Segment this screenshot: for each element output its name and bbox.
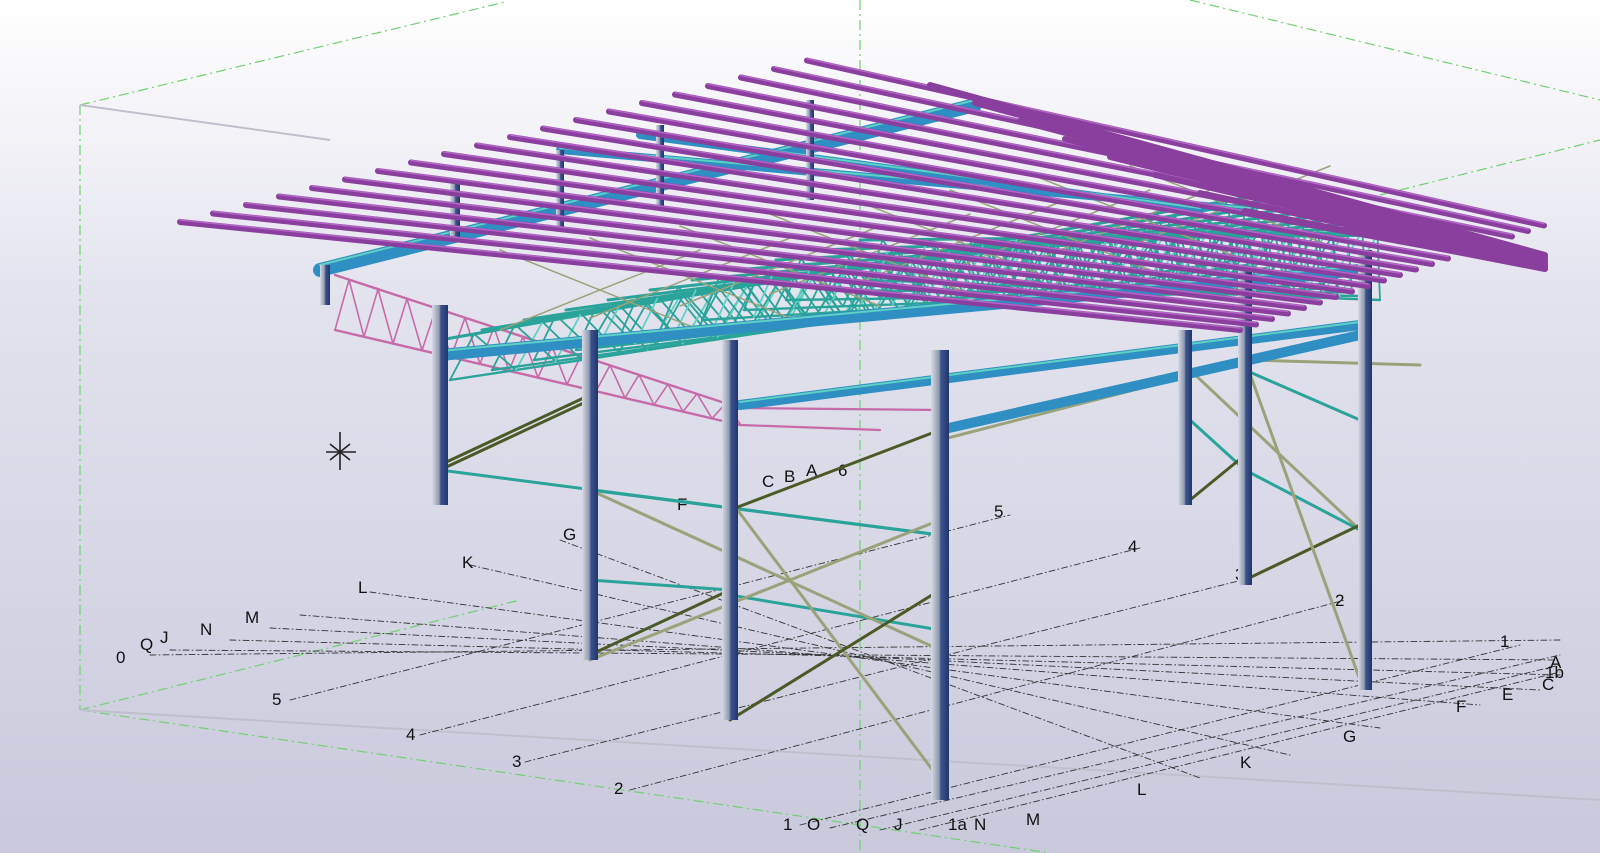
grid-label-mid-numbers: 4: [1128, 537, 1137, 556]
grid-label-front-left: M: [245, 608, 259, 627]
brace-member: [728, 498, 942, 782]
brace-member: [588, 518, 942, 662]
grid-label-left-numbers: 5: [272, 690, 281, 709]
grid-label-right-letters: C: [1542, 675, 1554, 694]
brace-member: [728, 588, 942, 722]
pink-truss-web: [334, 278, 350, 331]
brace-member: [1243, 368, 1362, 422]
grid-label-left-numbers: 1: [783, 815, 792, 834]
pink-truss-web: [392, 297, 408, 345]
grid-label-front-left: Q: [140, 635, 153, 654]
grid-label-mid-numbers: 2: [1335, 591, 1344, 610]
floor-grid-lines: [149, 514, 1561, 831]
brace-member: [438, 398, 592, 472]
grid-label-left-numbers: J: [894, 815, 903, 834]
floor-grid-line: [269, 627, 1541, 691]
grid-label-right-letters: K: [1240, 753, 1252, 772]
steel-column: [1358, 250, 1372, 690]
pink-truss-web: [348, 278, 365, 338]
grid-label-front-left: L: [358, 578, 367, 597]
grid-label-left-numbers: 4: [406, 725, 415, 744]
pink-truss-web: [595, 364, 611, 393]
grid-label-left-numbers: M: [1026, 810, 1040, 829]
grid-label-front-left: F: [677, 495, 687, 514]
floor-grid-line: [524, 577, 1251, 763]
pink-truss-web: [363, 288, 379, 338]
grid-label-right-letters: F: [1456, 697, 1466, 716]
grid-label-right-letters: L: [1137, 780, 1146, 799]
pink-truss-bottom-chord: [738, 423, 882, 432]
steel-column: [931, 350, 949, 800]
pink-truss-web: [682, 392, 698, 413]
model-3d-viewport[interactable]: 0QJNMLKGFECBA654321OQJ1aNM54321A1bCEFGKL: [0, 0, 1600, 853]
grid-label-right-letters: E: [1502, 685, 1513, 704]
grid-label-left-numbers: Q: [856, 815, 869, 834]
pink-truss-web: [653, 383, 669, 406]
grid-label-right-letters: G: [1343, 727, 1356, 746]
grid-label-left-numbers: O: [807, 815, 820, 834]
grid-label-front-left: 6: [838, 461, 847, 480]
grid-label-left-numbers: 2: [614, 779, 623, 798]
grid-label-front-left: B: [784, 467, 795, 486]
pink-truss-web: [624, 373, 640, 399]
grid-label-mid-numbers: 5: [994, 502, 1003, 521]
grid-label-front-left: N: [200, 620, 212, 639]
grid-label-front-left: G: [563, 525, 576, 544]
grid-label-left-numbers: 1a: [948, 815, 967, 834]
grid-label-front-left: J: [160, 628, 169, 647]
floor-grid-line: [559, 539, 1201, 779]
steel-column: [582, 330, 598, 660]
brace-member: [728, 428, 942, 512]
steel-column: [320, 265, 330, 305]
pink-truss-top-chord: [738, 406, 942, 412]
brace-member: [1243, 523, 1362, 582]
grid-label-front-left: K: [462, 553, 474, 572]
steel-column: [432, 305, 448, 505]
brace-member: [1248, 358, 1422, 367]
grid-label-left-numbers: 3: [512, 752, 521, 771]
steel-column: [722, 340, 738, 720]
brace-member: [728, 593, 942, 632]
grid-label-left-numbers: N: [974, 815, 986, 834]
grid-label-mid-numbers: 1: [1500, 632, 1509, 651]
floor-grid-line: [919, 671, 1561, 831]
structural-model-scene[interactable]: 0QJNMLKGFECBA654321OQJ1aNM54321A1bCEFGKL: [0, 0, 1600, 853]
brace-member: [1188, 368, 1362, 532]
rafter-beam: [735, 320, 1365, 410]
floor-grid-line: [369, 591, 1381, 729]
grid-label-front-left: C: [762, 472, 774, 491]
floor-grid-line: [289, 514, 1011, 701]
crosshair-cursor-icon: [326, 432, 356, 470]
grid-label-front-left: 0: [116, 648, 125, 667]
brace-member: [1188, 453, 1247, 502]
floor-grid-line: [879, 664, 1561, 831]
roof-purlins: [177, 57, 1548, 333]
brace-member: [438, 393, 592, 467]
pink-truss-web: [377, 288, 394, 345]
pink-truss-web: [406, 297, 423, 352]
brace-member: [588, 588, 732, 657]
brace-member: [588, 578, 732, 592]
steel-column: [1178, 330, 1192, 505]
